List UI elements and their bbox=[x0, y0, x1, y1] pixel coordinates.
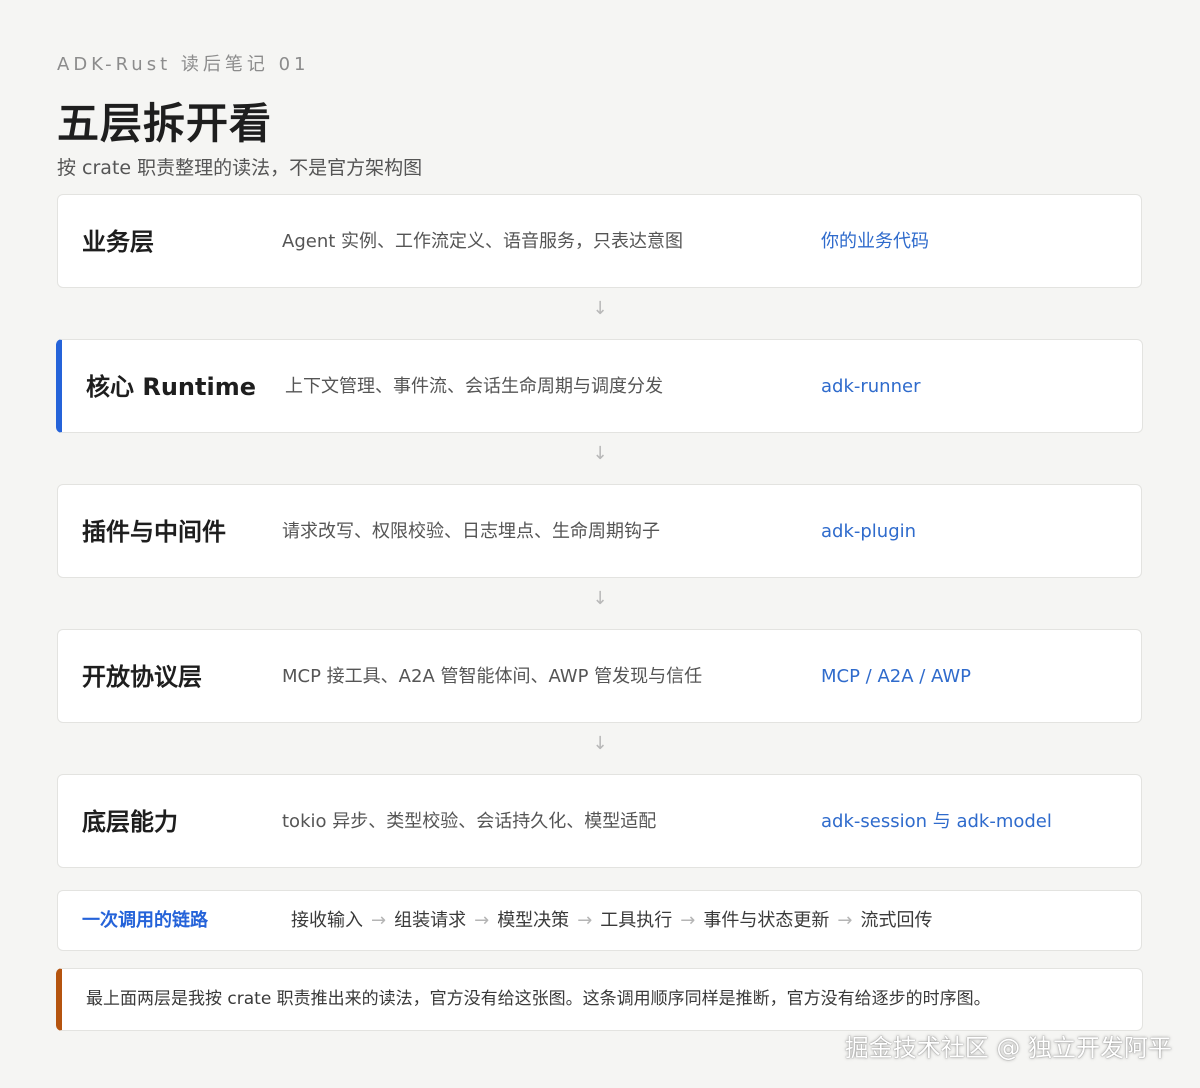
layer-description: MCP 接工具、A2A 管智能体间、AWP 管发现与信任 bbox=[282, 666, 703, 687]
call-flow-steps: 接收输入 → 组装请求 → 模型决策 → 工具执行 → 事件与状态更新 → 流式回传 bbox=[291, 891, 932, 950]
layer-card-business: 业务层 Agent 实例、工作流定义、语音服务，只表达意图 你的业务代码 bbox=[57, 194, 1142, 288]
layer-name: 插件与中间件 bbox=[82, 518, 226, 546]
layer-description: tokio 异步、类型校验、会话持久化、模型适配 bbox=[282, 811, 657, 832]
layer-name: 底层能力 bbox=[82, 808, 178, 836]
flow-arrow-icon: → bbox=[474, 910, 490, 931]
layer-card-foundation: 底层能力 tokio 异步、类型校验、会话持久化、模型适配 adk-sessio… bbox=[57, 774, 1142, 868]
layer-crate: adk-runner bbox=[821, 376, 921, 397]
flow-arrow-icon: → bbox=[577, 910, 593, 931]
layer-card-protocol: 开放协议层 MCP 接工具、A2A 管智能体间、AWP 管发现与信任 MCP /… bbox=[57, 629, 1142, 723]
layer-crate: MCP / A2A / AWP bbox=[821, 666, 972, 687]
layer-name: 核心 Runtime bbox=[86, 373, 256, 401]
flow-arrow-icon: → bbox=[680, 910, 696, 931]
flow-step: 事件与状态更新 bbox=[703, 910, 830, 931]
disclaimer-text: 最上面两层是我按 crate 职责推出来的读法，官方没有给这张图。这条调用顺序同… bbox=[86, 989, 991, 1009]
down-arrow-icon: ↓ bbox=[592, 443, 608, 464]
disclaimer-note: 最上面两层是我按 crate 职责推出来的读法，官方没有给这张图。这条调用顺序同… bbox=[56, 968, 1143, 1031]
layer-card-plugin: 插件与中间件 请求改写、权限校验、日志埋点、生命周期钩子 adk-plugin bbox=[57, 484, 1142, 578]
layer-name: 开放协议层 bbox=[82, 663, 202, 691]
down-arrow-icon: ↓ bbox=[592, 733, 608, 754]
eyebrow-label: ADK-Rust 读后笔记 01 bbox=[57, 54, 310, 75]
call-flow-label: 一次调用的链路 bbox=[82, 910, 208, 931]
flow-step: 流式回传 bbox=[860, 910, 933, 931]
layer-crate: 你的业务代码 bbox=[821, 231, 929, 252]
layer-description: 请求改写、权限校验、日志埋点、生命周期钩子 bbox=[282, 521, 660, 542]
layer-description: 上下文管理、事件流、会话生命周期与调度分发 bbox=[285, 376, 663, 397]
layer-crate: adk-plugin bbox=[821, 521, 917, 542]
down-arrow-icon: ↓ bbox=[592, 588, 608, 609]
flow-step: 工具执行 bbox=[600, 910, 673, 931]
page-title: 五层拆开看 bbox=[57, 99, 273, 148]
call-flow-card: 一次调用的链路 接收输入 → 组装请求 → 模型决策 → 工具执行 → 事件与状态更新 → 流式回传 bbox=[57, 890, 1142, 951]
flow-step: 模型决策 bbox=[497, 910, 570, 931]
page-subtitle: 按 crate 职责整理的读法，不是官方架构图 bbox=[57, 157, 423, 179]
watermark: 掘金技术社区 @ 独立开发阿平 bbox=[844, 1034, 1172, 1062]
layer-card-runtime: 核心 Runtime 上下文管理、事件流、会话生命周期与调度分发 adk-run… bbox=[56, 339, 1143, 433]
flow-step: 接收输入 bbox=[291, 910, 363, 931]
down-arrow-icon: ↓ bbox=[592, 298, 608, 319]
flow-step: 组装请求 bbox=[394, 910, 467, 931]
layer-description: Agent 实例、工作流定义、语音服务，只表达意图 bbox=[282, 231, 683, 252]
layer-name: 业务层 bbox=[82, 228, 154, 256]
layer-crate: adk-session 与 adk-model bbox=[821, 811, 1052, 832]
flow-arrow-icon: → bbox=[837, 910, 853, 931]
flow-arrow-icon: → bbox=[371, 910, 387, 931]
